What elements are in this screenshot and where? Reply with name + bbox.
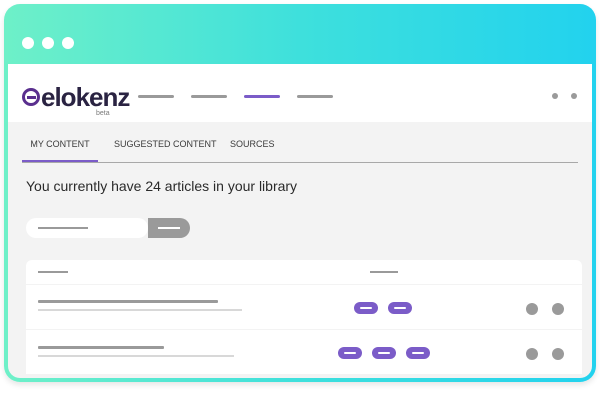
logo-text: elokenz <box>41 82 130 112</box>
nav-item-3-active[interactable] <box>244 95 280 98</box>
column-header-title[interactable] <box>38 271 68 273</box>
column-header-tags[interactable] <box>370 271 398 273</box>
table-row[interactable] <box>26 330 582 374</box>
library-count-heading: You currently have 24 articles in your l… <box>26 178 298 194</box>
search-placeholder-line <box>38 227 88 229</box>
app-content: elokenz beta MY CONTENT SUGGESTED CONTEN… <box>8 64 592 378</box>
header-menu-dot-2[interactable] <box>571 93 577 99</box>
row-action-button[interactable] <box>552 303 564 315</box>
window-titlebar <box>4 4 596 62</box>
header-menu-dot-1[interactable] <box>552 93 558 99</box>
row-action-button[interactable] <box>552 348 564 360</box>
tag-pill[interactable] <box>354 302 378 314</box>
speech-bubble-icon <box>22 88 40 106</box>
tag-pill[interactable] <box>372 347 396 359</box>
window-maximize-dot[interactable] <box>62 37 74 49</box>
article-subtitle-line <box>38 309 242 311</box>
content-tabs: MY CONTENT SUGGESTED CONTENT SOURCES <box>22 134 578 163</box>
nav-item-2[interactable] <box>191 95 227 98</box>
app-window: elokenz beta MY CONTENT SUGGESTED CONTEN… <box>4 4 596 382</box>
row-action-button[interactable] <box>526 348 538 360</box>
article-title-line <box>38 300 218 303</box>
article-title-line <box>38 346 164 349</box>
window-close-dot[interactable] <box>22 37 34 49</box>
app-logo[interactable]: elokenz beta <box>22 82 130 117</box>
tab-suggested-content[interactable]: SUGGESTED CONTENT <box>114 134 217 162</box>
beta-badge: beta <box>96 110 110 117</box>
window-minimize-dot[interactable] <box>42 37 54 49</box>
nav-item-4[interactable] <box>297 95 333 98</box>
app-header: elokenz beta <box>8 64 592 122</box>
tag-pill[interactable] <box>338 347 362 359</box>
row-action-button[interactable] <box>526 303 538 315</box>
nav-item-1[interactable] <box>138 95 174 98</box>
tag-pill[interactable] <box>406 347 430 359</box>
search-button[interactable] <box>148 218 190 238</box>
tab-my-content[interactable]: MY CONTENT <box>22 134 98 162</box>
table-header <box>26 260 582 284</box>
search-input[interactable] <box>26 218 148 238</box>
tab-sources[interactable]: SOURCES <box>230 134 275 162</box>
search-button-label-line <box>158 227 180 229</box>
articles-table <box>26 260 582 378</box>
tag-pill[interactable] <box>388 302 412 314</box>
table-row[interactable] <box>26 285 582 329</box>
article-subtitle-line <box>38 355 234 357</box>
